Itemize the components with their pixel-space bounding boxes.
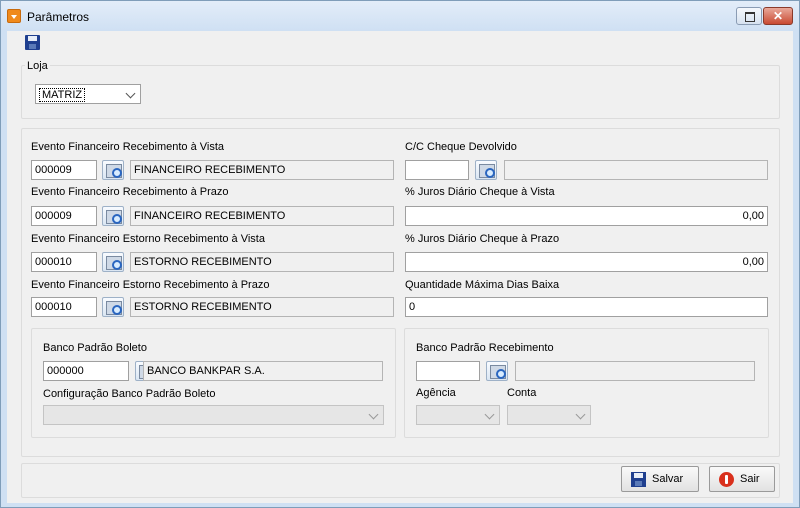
config-banco-label: Configuração Banco Padrão Boleto bbox=[43, 388, 216, 400]
qtd-dias-label: Quantidade Máxima Dias Baixa bbox=[405, 279, 560, 291]
banco-recebimento-label: Banco Padrão Recebimento bbox=[416, 342, 554, 354]
juros-prazo-input[interactable]: 0,00 bbox=[405, 252, 768, 272]
estorno-prazo-desc: ESTORNO RECEBIMENTO bbox=[130, 297, 394, 317]
search-icon[interactable] bbox=[102, 297, 124, 317]
exit-button-label: Sair bbox=[740, 473, 760, 485]
search-icon[interactable] bbox=[486, 361, 508, 381]
cc-cheque-desc bbox=[504, 160, 768, 180]
search-icon[interactable] bbox=[102, 252, 124, 272]
cc-cheque-code[interactable] bbox=[405, 160, 469, 180]
juros-vista-label: % Juros Diário Cheque à Vista bbox=[405, 186, 555, 198]
config-banco-select[interactable] bbox=[43, 405, 384, 425]
estorno-prazo-code[interactable]: 000010 bbox=[31, 297, 97, 317]
evento-vista-desc: FINANCEIRO RECEBIMENTO bbox=[130, 160, 394, 180]
estorno-vista-code[interactable]: 000010 bbox=[31, 252, 97, 272]
agencia-label: Agência bbox=[416, 387, 456, 399]
banco-boleto-code[interactable]: 000000 bbox=[43, 361, 129, 381]
loja-selected: MATRIZ bbox=[39, 88, 86, 102]
restore-button[interactable] bbox=[736, 7, 762, 25]
loja-select[interactable]: MATRIZ bbox=[35, 84, 141, 104]
banco-recebimento-code[interactable] bbox=[416, 361, 480, 381]
evento-prazo-code[interactable]: 000009 bbox=[31, 206, 97, 226]
search-icon[interactable] bbox=[102, 206, 124, 226]
estorno-vista-label: Evento Financeiro Estorno Recebimento à … bbox=[31, 233, 265, 245]
save-button[interactable]: Salvar bbox=[621, 466, 699, 492]
juros-vista-input[interactable]: 0,00 bbox=[405, 206, 768, 226]
evento-vista-code[interactable]: 000009 bbox=[31, 160, 97, 180]
chevron-down-icon bbox=[368, 409, 379, 420]
evento-prazo-label: Evento Financeiro Recebimento à Prazo bbox=[31, 186, 229, 198]
conta-label: Conta bbox=[507, 387, 537, 399]
window-title: Parâmetros bbox=[27, 10, 90, 24]
floppy-disk-icon bbox=[631, 472, 646, 487]
estorno-prazo-label: Evento Financeiro Estorno Recebimento à … bbox=[31, 279, 270, 291]
save-icon[interactable] bbox=[25, 35, 40, 50]
qtd-dias-input[interactable]: 0 bbox=[405, 297, 768, 317]
agencia-select[interactable] bbox=[416, 405, 500, 425]
conta-select[interactable] bbox=[507, 405, 591, 425]
chevron-down-icon bbox=[484, 409, 495, 420]
parametros-window: Parâmetros Loja MATRIZ Evento Financeiro… bbox=[0, 0, 800, 508]
evento-vista-label: Evento Financeiro Recebimento à Vista bbox=[31, 141, 225, 153]
chevron-down-icon bbox=[125, 88, 136, 99]
banco-boleto-label: Banco Padrão Boleto bbox=[43, 342, 147, 354]
title-bar: Parâmetros bbox=[1, 1, 799, 31]
save-button-label: Salvar bbox=[652, 473, 684, 485]
estorno-vista-desc: ESTORNO RECEBIMENTO bbox=[130, 252, 394, 272]
chevron-down-icon bbox=[575, 409, 586, 420]
search-icon[interactable] bbox=[102, 160, 124, 180]
evento-prazo-desc: FINANCEIRO RECEBIMENTO bbox=[130, 206, 394, 226]
cc-cheque-label: C/C Cheque Devolvido bbox=[405, 141, 517, 153]
close-button[interactable] bbox=[763, 7, 793, 25]
banco-recebimento-desc bbox=[515, 361, 755, 381]
banco-boleto-desc: BANCO BANKPAR S.A. bbox=[143, 361, 383, 381]
search-icon[interactable] bbox=[475, 160, 497, 180]
loja-label: Loja bbox=[25, 60, 50, 72]
app-menu-icon[interactable] bbox=[7, 9, 21, 23]
exit-icon bbox=[719, 472, 734, 487]
juros-prazo-label: % Juros Diário Cheque à Prazo bbox=[405, 233, 560, 245]
client-area: Loja MATRIZ Evento Financeiro Recebiment… bbox=[7, 31, 793, 503]
exit-button[interactable]: Sair bbox=[709, 466, 775, 492]
